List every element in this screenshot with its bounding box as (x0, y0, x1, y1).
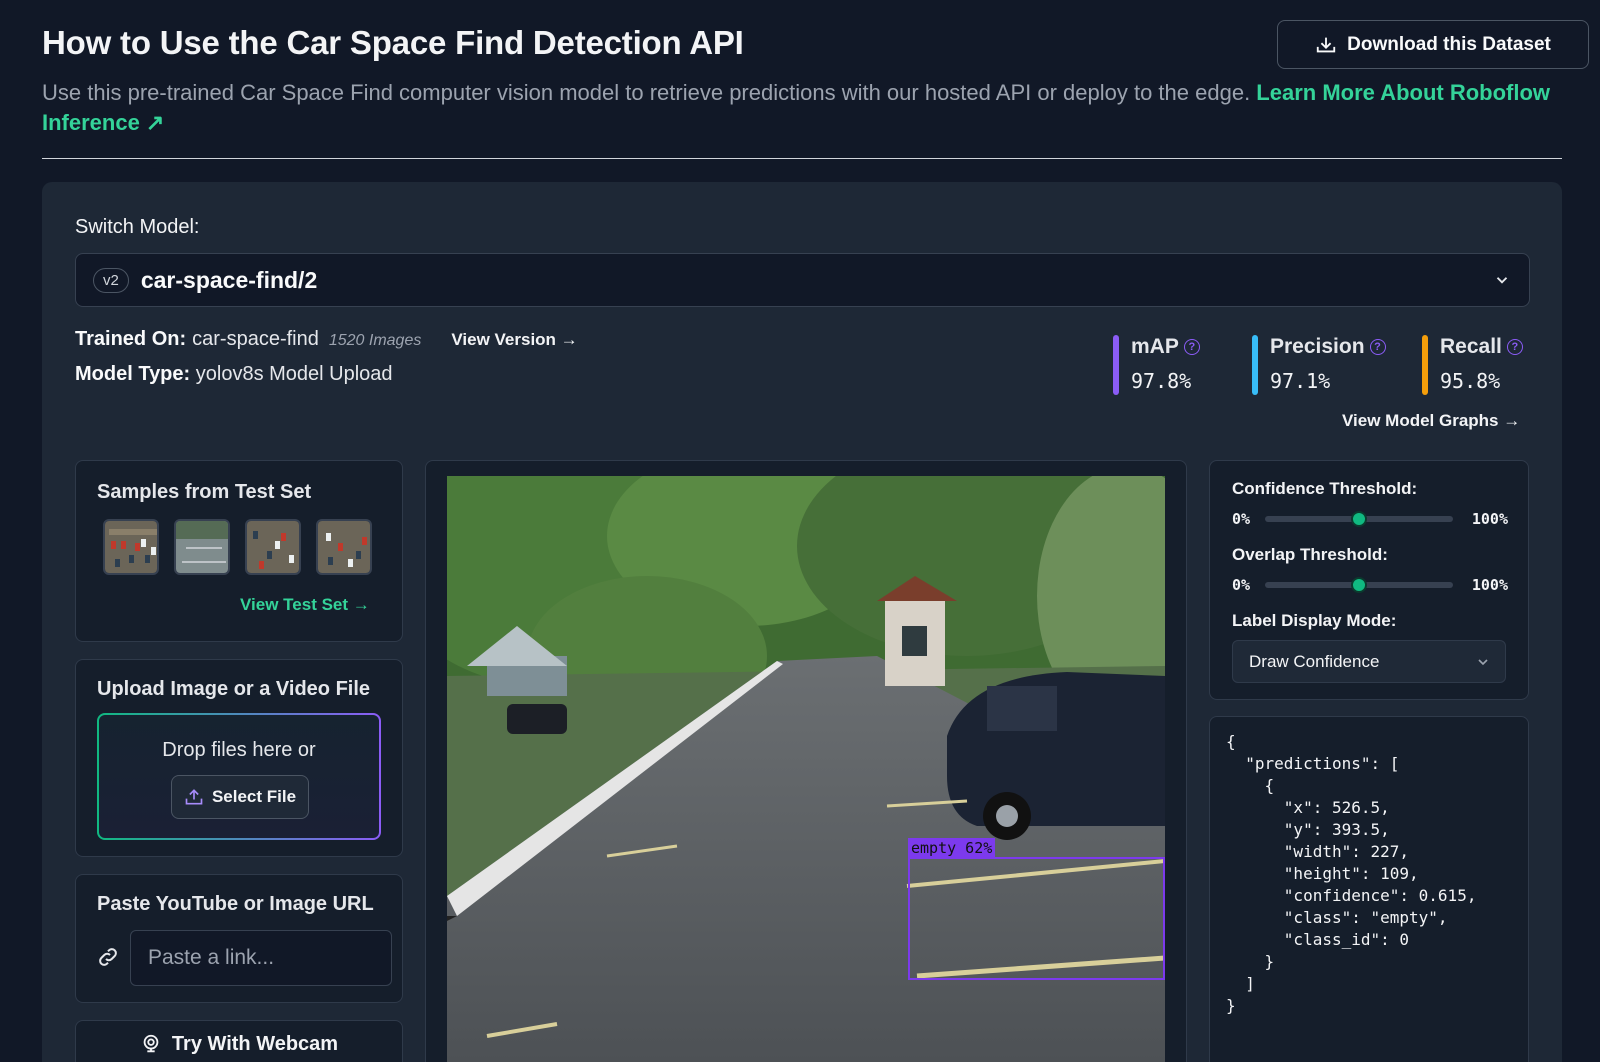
chevron-down-icon (1478, 659, 1488, 666)
range-min: 0% (1232, 510, 1251, 528)
subtitle-text: Use this pre-trained Car Space Find comp… (42, 80, 1257, 105)
samples-card: Samples from Test Set View Test Set → (75, 460, 403, 642)
confidence-slider[interactable] (1265, 511, 1453, 527)
overlap-threshold-label: Overlap Threshold: (1232, 545, 1388, 564)
help-icon[interactable]: ? (1183, 339, 1200, 355)
metric-value: 97.1% (1270, 369, 1331, 393)
download-tray-icon (1316, 37, 1336, 52)
label-display-mode-label: Label Display Mode: (1232, 611, 1397, 630)
metric-bar (1252, 335, 1258, 395)
metric-precision: Precision? 97.1% (1252, 335, 1386, 395)
trained-on-label: Trained On: (75, 328, 187, 350)
try-webcam-button[interactable]: Try With Webcam (75, 1020, 403, 1062)
sample-thumbnail[interactable] (174, 519, 230, 575)
confidence-slider-row: 0% 100% (1232, 508, 1508, 528)
overlap-slider[interactable] (1265, 577, 1453, 593)
model-type-row: Model Type: yolov8s Model Upload (75, 363, 393, 386)
label-display-mode-select[interactable]: Draw Confidence (1232, 640, 1506, 683)
metric-map: mAP? 97.8% (1113, 335, 1200, 395)
link-icon (99, 948, 117, 966)
slider-handle[interactable] (1351, 577, 1367, 593)
detection-label: empty 62% (908, 838, 996, 858)
view-version-link[interactable]: View Version → (451, 330, 577, 350)
select-file-label: Select File (211, 787, 297, 806)
url-card: Paste YouTube or Image URL (75, 874, 403, 1003)
page-subtitle: Use this pre-trained Car Space Find comp… (42, 78, 1562, 138)
overlap-slider-row: 0% 100% (1232, 574, 1508, 594)
model-name: car-space-find/2 (140, 266, 318, 293)
upload-title: Upload Image or a Video File (97, 678, 371, 700)
download-dataset-label: Download this Dataset (1347, 33, 1551, 55)
metric-value: 95.8% (1440, 369, 1501, 393)
version-chip: v2 (93, 267, 129, 293)
inference-preview-image: empty 62% (447, 476, 1165, 1062)
metric-name: Recall (1440, 335, 1502, 358)
url-input[interactable] (130, 930, 392, 986)
sample-thumbnail[interactable] (316, 519, 372, 575)
display-mode-value: Draw Confidence (1249, 651, 1380, 671)
trained-on-value: car-space-find (192, 328, 319, 350)
metric-bar (1113, 335, 1119, 395)
slider-handle[interactable] (1351, 511, 1367, 527)
upload-card: Upload Image or a Video File Drop files … (75, 659, 403, 857)
metric-recall: Recall? 95.8% (1422, 335, 1523, 395)
chevron-down-icon (1496, 277, 1508, 284)
metric-name: Precision (1270, 335, 1365, 358)
model-select[interactable]: v2 car-space-find/2 (75, 253, 1530, 307)
download-dataset-button[interactable]: Download this Dataset (1277, 20, 1589, 69)
metric-value: 97.8% (1131, 369, 1192, 393)
detection-box (908, 857, 1165, 980)
range-max: 100% (1471, 576, 1508, 594)
help-icon[interactable]: ? (1506, 339, 1523, 355)
model-type-label: Model Type: (75, 363, 191, 385)
metric-name: mAP (1131, 335, 1179, 358)
json-output-card: { "predictions": [ { "x": 526.5, "y": 39… (1209, 716, 1529, 1062)
page-title: How to Use the Car Space Find Detection … (42, 24, 744, 61)
image-count: 1520 Images (328, 332, 422, 349)
header-divider (42, 158, 1562, 159)
range-min: 0% (1232, 576, 1251, 594)
help-icon[interactable]: ? (1369, 339, 1386, 355)
url-title: Paste YouTube or Image URL (97, 893, 374, 915)
json-output: { "predictions": [ { "x": 526.5, "y": 39… (1226, 732, 1477, 1015)
view-model-graphs-link[interactable]: View Model Graphs → (1342, 411, 1520, 431)
confidence-threshold-label: Confidence Threshold: (1232, 479, 1418, 498)
file-dropzone[interactable]: Drop files here or Select File (97, 713, 381, 840)
model-type-value: yolov8s Model Upload (195, 363, 393, 385)
metric-bar (1422, 335, 1428, 395)
trained-on-row: Trained On: car-space-find 1520 Images V… (75, 328, 578, 351)
samples-title: Samples from Test Set (97, 481, 312, 503)
upload-icon (185, 789, 203, 805)
webcam-label: Try With Webcam (171, 1033, 339, 1055)
view-test-set-link[interactable]: View Test Set → (240, 595, 370, 615)
select-file-button[interactable]: Select File (171, 775, 309, 819)
sample-thumbnail[interactable] (245, 519, 301, 575)
switch-model-label: Switch Model: (75, 216, 200, 238)
range-max: 100% (1471, 510, 1508, 528)
drop-files-text: Drop files here or (162, 739, 316, 761)
sample-thumbnail[interactable] (103, 519, 159, 575)
webcam-icon (143, 1034, 159, 1053)
